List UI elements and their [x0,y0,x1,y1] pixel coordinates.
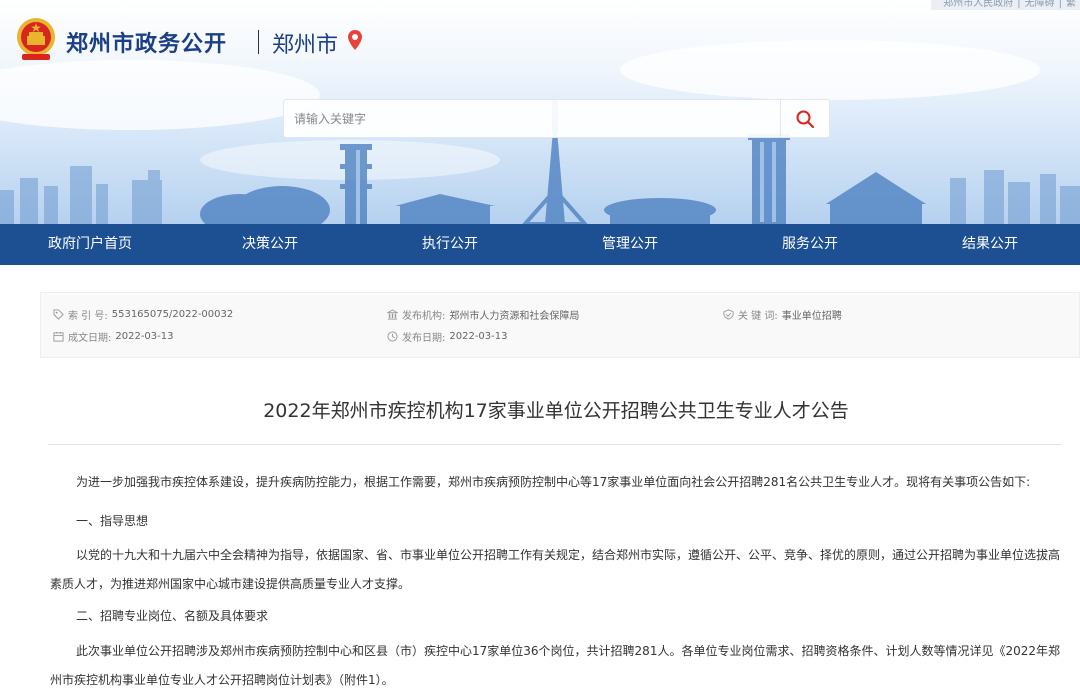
top-link-gov-portal[interactable]: 郑州市人民政府 [943,0,1013,9]
top-links: 郑州市人民政府 | 无障碍 | 繁 [931,0,1080,10]
national-emblem-icon [17,18,55,60]
article-paragraph-intro: 为进一步加强我市疾控体系建设，提升疾病防控能力，根据工作需要，郑州市疾病预防控制… [76,475,1031,489]
info-written-label: 成文日期: [68,333,112,344]
search-input[interactable] [284,100,781,137]
article-heading-1: 一、指导思想 [76,514,149,528]
search-button[interactable] [780,100,829,137]
info-released-value: 2022-03-13 [449,331,508,342]
article-paragraph-guideline: 以党的十九大和十九届六中全会精神为指导，依据国家、省、市事业单位公开招聘工作有关… [50,548,1061,591]
top-link-accessibility[interactable]: 无障碍 [1025,0,1055,9]
info-written-value: 2022-03-13 [115,331,174,342]
search-icon [796,110,815,128]
info-index-value: 553165075/2022-00032 [111,309,234,320]
top-link-traditional[interactable]: 繁 [1066,0,1076,9]
info-keyword-value: 事业单位招聘 [781,311,842,322]
site-name[interactable]: 郑州市政务公开 [66,26,227,58]
location-pin-icon[interactable] [348,30,362,50]
article-heading-2: 二、招聘专业岗位、名额及具体要求 [76,609,269,623]
city-name[interactable]: 郑州市 [272,27,338,59]
info-keyword-label: 关 键 词: [738,311,778,322]
main-nav: 政府门户首页 决策公开 执行公开 管理公开 服务公开 结果公开 [0,224,1080,265]
header-divider [258,30,259,54]
tag-icon [53,309,64,320]
info-index-label: 索 引 号: [68,311,108,322]
header-banner: 郑州市人民政府 | 无障碍 | 繁 郑州市政务公开 郑州市 [0,0,1080,224]
article-title: 2022年郑州市疾控机构17家事业单位公开招聘公共卫生专业人才公告 [263,400,849,422]
nav-item-home[interactable]: 政府门户首页 [0,224,180,265]
title-divider [48,444,1062,445]
info-publisher-label: 发布机构: [402,311,446,322]
nav-item-management[interactable]: 管理公开 [540,224,720,265]
document-info-box: 索 引 号: 553165075/2022-00032 发布机构: 郑州市人力资… [40,292,1080,358]
clock-icon [387,331,398,342]
search-box [283,99,830,138]
info-written-date: 成文日期: 2022-03-13 [53,329,174,344]
info-index: 索 引 号: 553165075/2022-00032 [53,307,233,322]
info-publisher: 发布机构: 郑州市人力资源和社会保障局 [387,307,579,322]
info-keyword: 关 键 词: 事业单位招聘 [723,307,842,322]
article-paragraph-positions: 此次事业单位公开招聘涉及郑州市疾病预防控制中心和区县（市）疾控中心17家单位36… [50,644,1060,687]
calendar-icon [53,331,64,342]
info-released-date: 发布日期: 2022-03-13 [387,329,508,344]
nav-item-result[interactable]: 结果公开 [900,224,1080,265]
info-released-label: 发布日期: [402,333,446,344]
nav-item-decision[interactable]: 决策公开 [180,224,360,265]
info-publisher-value: 郑州市人力资源和社会保障局 [449,311,580,322]
shield-check-icon [723,309,734,320]
nav-item-service[interactable]: 服务公开 [720,224,900,265]
institution-icon [387,309,398,320]
nav-item-execution[interactable]: 执行公开 [360,224,540,265]
